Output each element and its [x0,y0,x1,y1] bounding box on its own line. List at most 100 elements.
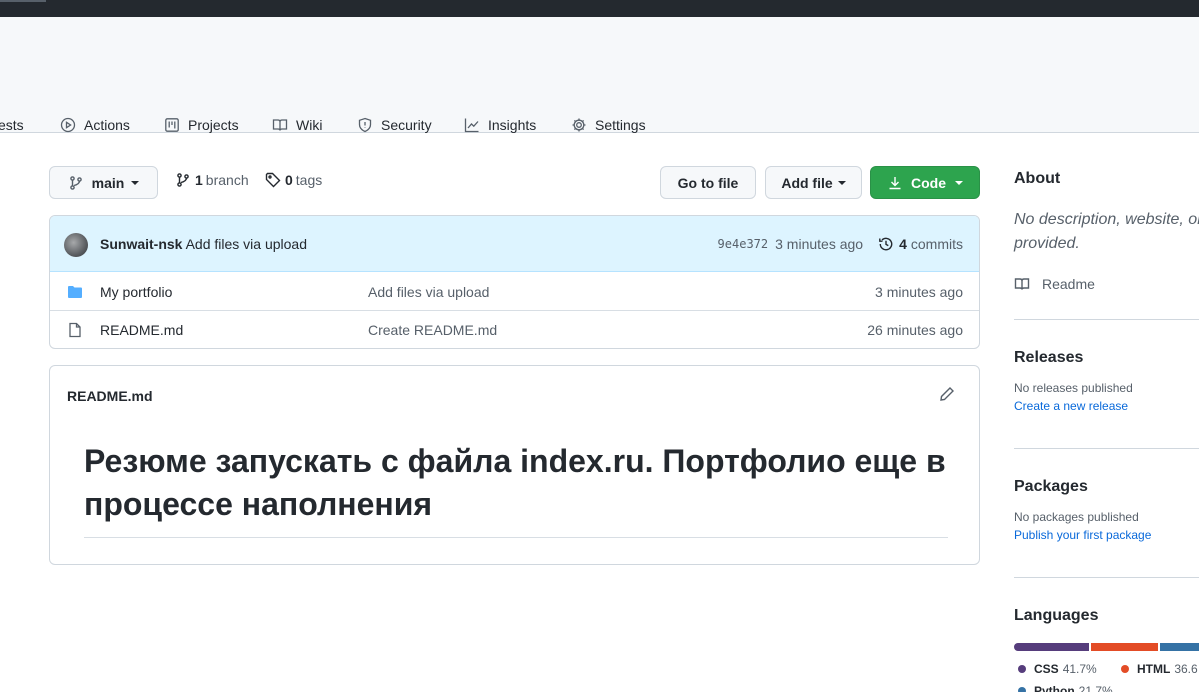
tab-pull-requests[interactable]: ests [0,107,24,143]
file-name[interactable]: README.md [100,322,183,338]
about-description-line: No description, website, or [1014,211,1199,228]
language-item[interactable]: CSS 41.7% [1018,662,1097,676]
tab-label: Settings [595,117,646,133]
global-header [0,0,1199,17]
tag-count: 0 [285,172,293,188]
project-icon [165,118,179,132]
file-icon [69,322,81,338]
language-percent: 36.6 [1174,662,1198,676]
tab-label: Wiki [296,117,323,133]
readme-heading: Резюме запускать с файла index.ru. Портф… [84,440,948,538]
table-row[interactable]: My portfolio Add files via upload 3 minu… [50,273,979,311]
file-commit-message[interactable]: Create README.md [368,322,497,338]
tab-insights[interactable]: Insights [464,107,536,143]
go-to-file-button[interactable]: Go to file [660,166,756,199]
history-icon [879,237,893,251]
tag-word: tags [295,172,323,188]
code-button[interactable]: Code [870,166,980,199]
file-commit-message[interactable]: Add files via upload [368,284,489,300]
branch-name: main [91,174,125,191]
tab-security[interactable]: Security [357,107,432,143]
commit-count[interactable]: 4 [899,236,907,252]
play-icon [60,117,76,133]
commit-summary: Sunwait-nsk Add files via upload [100,236,307,252]
tab-wiki[interactable]: Wiki [272,107,322,143]
packages-empty: No packages published [1014,510,1139,524]
commit-author[interactable]: Sunwait-nsk [100,236,182,252]
tab-projects[interactable]: Projects [164,107,239,143]
packages-section: Packages No packages published Publish y… [1014,478,1151,542]
divider [1014,448,1199,449]
about-section: About [1014,170,1060,188]
releases-empty: No releases published [1014,381,1133,395]
chevron-down-icon [955,180,963,185]
releases-title[interactable]: Releases [1014,349,1133,367]
language-bar-segment [1159,643,1199,651]
readme-filename[interactable]: README.md [67,388,153,404]
latest-commit: Sunwait-nsk Add files via upload 9e4e372… [50,216,979,272]
about-description-line: provided. [1014,235,1080,252]
tab-actions[interactable]: Actions [60,107,130,143]
shield-icon [358,117,372,133]
chevron-down-icon [837,180,846,185]
tab-label: Insights [488,117,537,133]
file-name[interactable]: My portfolio [100,284,172,300]
chevron-down-icon [131,180,140,185]
language-name: CSS [1034,662,1059,676]
readme-link[interactable]: Readme [1014,276,1095,292]
language-name: Python [1034,684,1075,692]
branch-icon [69,175,82,190]
branch-count-link[interactable]: 1 branch [175,172,249,188]
about-description: No description, website, or provided. [1014,208,1199,256]
add-file-label: Add file [781,174,833,191]
commit-time: 3 minutes ago [775,236,864,252]
tab-label: ests [0,117,24,133]
branch-select-button[interactable]: main [49,166,158,199]
about-title: About [1014,170,1061,187]
releases-section: Releases No releases published Create a … [1014,349,1133,413]
language-dot [1018,665,1026,673]
language-percent: 41.7% [1062,662,1097,676]
languages-title: Languages [1014,607,1099,624]
readme-link-label: Readme [1042,276,1095,292]
divider [1014,577,1199,578]
readme-panel: README.md Резюме запускать с файла index… [49,365,980,565]
language-name: HTML [1137,662,1171,676]
header-accent [0,0,46,2]
tab-label: Security [381,117,432,133]
language-item[interactable]: Python 21.7% [1018,684,1113,692]
language-bar [1014,643,1199,651]
language-dot [1121,665,1129,673]
commit-sha[interactable]: 9e4e372 [718,237,769,251]
commit-meta: 9e4e372 3 minutes ago 4 commits [718,236,963,252]
language-bar-segment [1091,643,1158,651]
tags-link[interactable]: 0 tags [265,172,322,188]
branch-count: 1 [195,172,203,188]
commit-message[interactable]: Add files via upload [186,236,307,252]
book-icon [1014,278,1030,290]
branch-word: branch [205,172,249,188]
packages-title[interactable]: Packages [1014,478,1151,496]
file-age: 3 minutes ago [875,284,963,300]
divider [1014,319,1199,320]
avatar[interactable] [64,233,88,257]
go-to-file-label: Go to file [677,174,739,191]
book-icon [272,119,288,131]
table-row[interactable]: README.md Create README.md 26 minutes ag… [50,311,979,348]
tab-label: Projects [188,117,239,133]
tab-settings[interactable]: Settings [571,107,646,143]
publish-package-link[interactable]: Publish your first package [1014,528,1151,542]
branch-icon [177,173,189,187]
language-item[interactable]: HTML 36.6 [1121,662,1198,676]
graph-icon [464,118,479,133]
download-icon [889,176,901,189]
commit-word[interactable]: commits [911,236,963,252]
code-label: Code [911,174,946,191]
pencil-icon[interactable] [939,386,955,402]
add-file-button[interactable]: Add file [765,166,862,199]
file-age: 26 minutes ago [867,322,963,338]
languages-section: Languages [1014,607,1098,625]
file-list: Sunwait-nsk Add files via upload 9e4e372… [49,215,980,349]
create-release-link[interactable]: Create a new release [1014,399,1133,413]
repo-header: ests Actions Projects Wiki Security Insi… [0,17,1199,133]
